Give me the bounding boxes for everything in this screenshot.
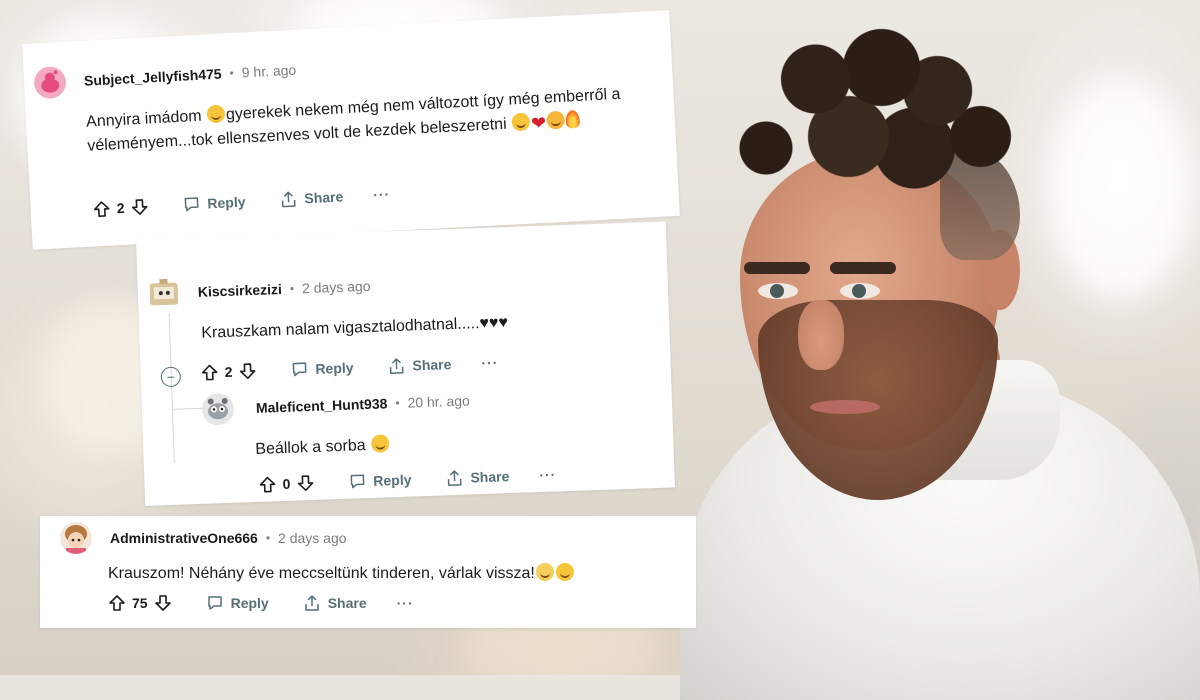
grinning-sweat-emoji-icon — [511, 112, 531, 132]
comment-username[interactable]: Subject_Jellyfish475 — [84, 66, 222, 89]
reply-button[interactable]: Reply — [290, 358, 354, 378]
eye-roll-emoji-icon — [535, 563, 554, 581]
share-button[interactable]: Share — [445, 467, 510, 487]
fire-emoji-icon — [565, 109, 581, 129]
more-options-icon[interactable]: ··· — [397, 595, 414, 611]
smiling-emoji-icon — [370, 434, 390, 453]
downvote-arrow-icon[interactable] — [130, 198, 149, 217]
share-icon — [387, 357, 406, 376]
comment-username[interactable]: AdministrativeOne666 — [110, 530, 258, 546]
reply-actions: 0 Reply Share ··· — [258, 465, 557, 494]
comment-text: Annyira imádom gyerekek nekem még nem vá… — [86, 83, 623, 159]
separator-dot: • — [265, 531, 271, 545]
thread-line[interactable] — [168, 312, 175, 463]
vote-control: 0 — [258, 474, 314, 494]
comment-actions: 2 Reply Share ··· — [92, 185, 391, 219]
heart-eyes-emoji-icon — [546, 110, 566, 130]
reply-label: Reply — [230, 595, 269, 611]
vote-control: 2 — [92, 198, 149, 219]
reply-button[interactable]: Reply — [348, 471, 412, 491]
comment-text: Krauszkam nalam vigasztalodhatnal.....♥♥… — [200, 314, 509, 342]
reply-label: Reply — [373, 471, 412, 489]
share-button[interactable]: Share — [303, 594, 367, 612]
comment-text-content: Krauszom! Néhány éve meccseltünk tindere… — [108, 565, 535, 582]
comment-header: Kiscsirkezizi • 2 days ago — [147, 270, 371, 310]
vote-count: 0 — [282, 475, 291, 493]
comment-actions: 75 Reply Share ··· — [108, 594, 414, 612]
vote-count: 2 — [116, 199, 125, 217]
vote-control: 2 — [200, 362, 256, 382]
vote-control: 75 — [108, 594, 172, 612]
reddit-snoo-avatar-box-icon[interactable] — [147, 277, 180, 310]
comment-text-part: Annyira imádom — [85, 107, 203, 131]
upvote-arrow-icon[interactable] — [258, 475, 277, 494]
reply-label: Reply — [315, 359, 354, 377]
comment-header: AdministrativeOne666 • 2 days ago — [60, 522, 347, 554]
comment-timestamp[interactable]: 2 days ago — [278, 530, 347, 546]
comment-bubble-icon — [182, 195, 201, 214]
more-options-icon[interactable]: ··· — [373, 186, 391, 203]
comment-bubble-icon — [206, 594, 224, 612]
comment-card: AdministrativeOne666 • 2 days ago Krausz… — [40, 516, 696, 628]
reply-text-content: Beállok a sorba — [255, 437, 366, 458]
upvote-arrow-icon[interactable] — [92, 200, 111, 219]
reply-button[interactable]: Reply — [206, 594, 269, 612]
comment-bubble-icon — [348, 472, 367, 491]
more-options-icon[interactable]: ··· — [481, 354, 499, 371]
share-label: Share — [327, 595, 367, 611]
chef-portrait-photo — [640, 0, 1200, 700]
reply-username[interactable]: Maleficent_Hunt938 — [256, 395, 388, 416]
separator-dot: • — [395, 395, 400, 411]
reply-text: Beállok a sorba — [255, 433, 391, 462]
more-options-icon[interactable]: ··· — [539, 466, 557, 483]
vote-count: 2 — [224, 363, 233, 380]
thread-branch-line — [171, 407, 202, 410]
share-label: Share — [303, 188, 344, 207]
grinning-sweat-emoji-icon — [206, 104, 226, 124]
share-label: Share — [412, 356, 452, 374]
reply-button[interactable]: Reply — [182, 193, 246, 214]
red-heart-emoji-icon: ❤ — [530, 112, 547, 134]
share-icon — [445, 469, 464, 488]
collapse-thread-button[interactable]: − — [160, 366, 182, 388]
comment-actions: 2 Reply Share ··· — [200, 353, 499, 382]
share-icon — [303, 594, 321, 612]
reply-header: Maleficent_Hunt938 • 20 hr. ago — [201, 384, 470, 426]
share-button[interactable]: Share — [279, 187, 344, 208]
reddit-snoo-avatar-girl-icon[interactable] — [60, 522, 92, 554]
smiley-emoji-icon — [555, 563, 574, 581]
downvote-arrow-icon[interactable] — [154, 594, 172, 612]
upvote-arrow-icon[interactable] — [200, 363, 219, 382]
comment-timestamp[interactable]: 9 hr. ago — [241, 62, 296, 81]
comment-text: Krauszom! Néhány éve meccseltünk tindere… — [108, 562, 575, 586]
share-label: Share — [470, 468, 510, 486]
comment-username[interactable]: Kiscsirkezizi — [198, 281, 283, 300]
reply-timestamp[interactable]: 20 hr. ago — [407, 392, 470, 410]
upvote-arrow-icon[interactable] — [108, 594, 126, 612]
reddit-snoo-avatar-pink-icon[interactable] — [33, 66, 67, 100]
reply-label: Reply — [206, 193, 246, 212]
comment-card: Subject_Jellyfish475 • 9 hr. ago Annyira… — [22, 10, 680, 250]
share-button[interactable]: Share — [387, 355, 452, 375]
downvote-arrow-icon[interactable] — [238, 362, 257, 381]
share-icon — [279, 190, 298, 209]
reddit-snoo-avatar-gray-icon[interactable] — [201, 393, 234, 426]
downvote-arrow-icon[interactable] — [296, 474, 315, 493]
comment-timestamp[interactable]: 2 days ago — [302, 278, 371, 296]
vote-count: 75 — [132, 595, 148, 611]
separator-dot: • — [289, 281, 295, 296]
comment-header: Subject_Jellyfish475 • 9 hr. ago — [33, 54, 297, 100]
separator-dot: • — [229, 65, 235, 81]
comment-thread-card: Kiscsirkezizi • 2 days ago Krauszkam nal… — [136, 221, 675, 506]
comment-bubble-icon — [290, 360, 309, 379]
